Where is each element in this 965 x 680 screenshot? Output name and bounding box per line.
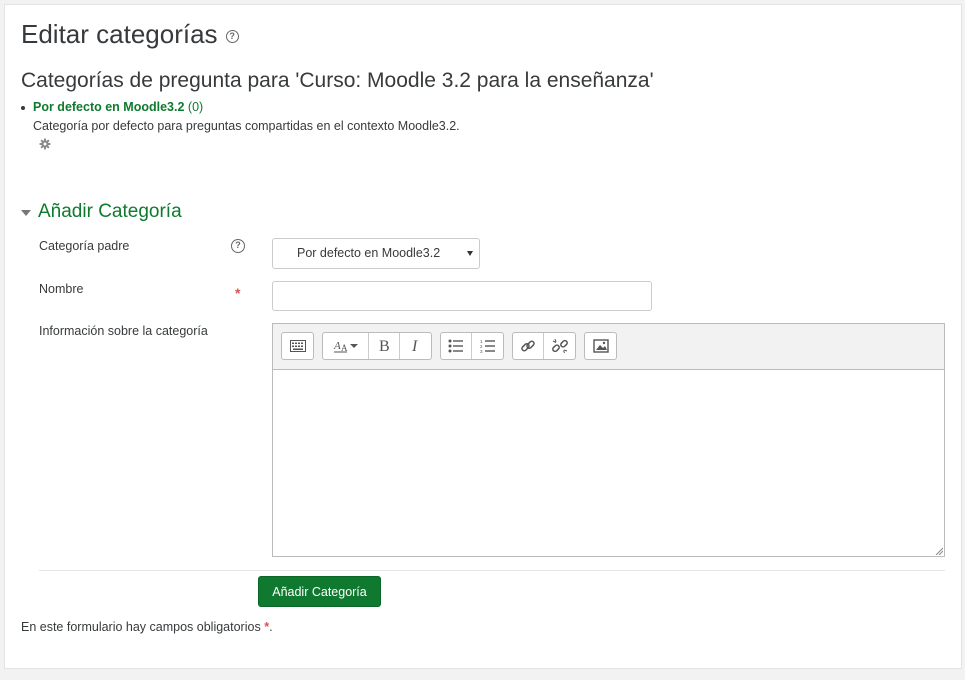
- section-toggle[interactable]: Añadir Categoría: [21, 201, 182, 223]
- select-arrow-icon: [467, 251, 473, 256]
- toolbar-group: 123: [440, 332, 504, 360]
- editor-toolbar: A A B I 1 2 3: [273, 324, 944, 370]
- unordered-list-button[interactable]: [441, 333, 472, 359]
- page-subtitle: Categorías de pregunta para 'Curso: Mood…: [21, 69, 654, 92]
- numbered-list-icon: 123: [480, 339, 495, 353]
- unlink-button[interactable]: [544, 333, 575, 359]
- add-category-button[interactable]: Añadir Categoría: [258, 576, 381, 607]
- ordered-list-button[interactable]: 123: [472, 333, 503, 359]
- divider: [39, 570, 945, 571]
- toolbar-group: A A B I: [322, 332, 432, 360]
- name-label: Nombre: [39, 282, 84, 296]
- image-icon: [592, 339, 609, 353]
- info-textarea[interactable]: [273, 371, 944, 556]
- name-input[interactable]: [272, 281, 652, 311]
- category-link[interactable]: Por defecto en Moodle3.2: [33, 100, 184, 114]
- resize-handle-icon[interactable]: [935, 547, 943, 555]
- font-style-button[interactable]: A A: [323, 333, 369, 359]
- toolbar-group: [512, 332, 576, 360]
- bold-button[interactable]: B: [369, 333, 400, 359]
- category-description: Categoría por defecto para preguntas com…: [33, 119, 460, 133]
- parent-category-select[interactable]: Por defecto en Moodle3.2: [272, 238, 480, 269]
- category-item: Por defecto en Moodle3.2 (0) Categoría p…: [21, 100, 460, 153]
- page-title: Editar categorías: [21, 19, 218, 49]
- help-icon[interactable]: ?: [231, 239, 245, 253]
- caret-down-icon: [21, 210, 31, 216]
- italic-button[interactable]: I: [400, 333, 431, 359]
- parent-category-label: Categoría padre: [39, 239, 130, 253]
- italic-icon: I: [411, 338, 418, 354]
- help-icon[interactable]: ?: [225, 30, 239, 43]
- link-icon: [521, 340, 535, 352]
- insert-image-button[interactable]: [585, 333, 616, 359]
- category-count: (0): [187, 100, 204, 114]
- bullet: [21, 106, 25, 110]
- main-card: Editar categorías ? Categorías de pregun…: [4, 4, 962, 669]
- required-fields-note: En este formulario hay campos obligatori…: [21, 620, 273, 634]
- info-editor: A A B I 1 2 3: [272, 323, 945, 557]
- unlink-icon: [551, 338, 568, 354]
- section-title: Añadir Categoría: [38, 201, 182, 222]
- page-title-row: Editar categorías ?: [21, 19, 239, 50]
- svg-text:A: A: [333, 340, 341, 352]
- svg-text:3: 3: [480, 349, 483, 353]
- category-list: Por defecto en Moodle3.2 (0) Categoría p…: [21, 100, 460, 153]
- link-button[interactable]: [513, 333, 544, 359]
- required-note-text: En este formulario hay campos obligatori…: [21, 620, 261, 634]
- toolbar-toggle-button[interactable]: [282, 333, 313, 359]
- info-label: Información sobre la categoría: [39, 324, 208, 338]
- bold-icon: B: [379, 338, 390, 354]
- svg-text:B: B: [379, 338, 390, 354]
- select-value: Por defecto en Moodle3.2: [297, 246, 441, 260]
- required-icon: *: [235, 285, 241, 301]
- toolbar-group: [584, 332, 617, 360]
- required-note-end: .: [269, 620, 273, 634]
- gear-icon[interactable]: [39, 138, 51, 150]
- svg-text:I: I: [411, 338, 418, 354]
- keyboard-icon: [289, 340, 306, 352]
- font-style-icon: A A: [333, 340, 358, 353]
- toolbar-group: [281, 332, 314, 360]
- bullet-list-icon: [448, 339, 463, 353]
